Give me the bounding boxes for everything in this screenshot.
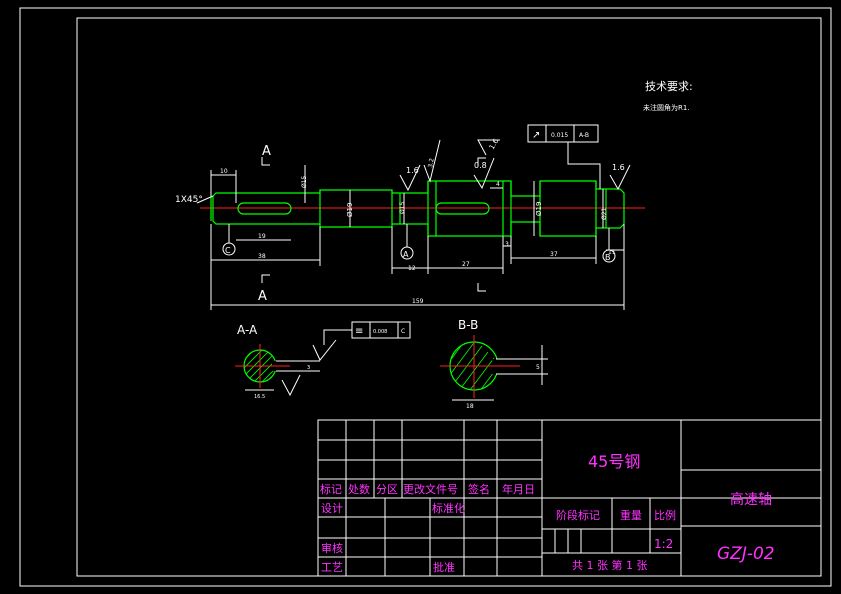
tb-drawing-no: GZJ-02 bbox=[717, 544, 775, 564]
tech-title: 技术要求: bbox=[645, 80, 693, 93]
section-bb bbox=[440, 335, 548, 401]
tb-stage-mark: 阶段标记 bbox=[556, 508, 600, 522]
sym-value: 0.008 bbox=[373, 329, 387, 335]
tb-approve: 批准 bbox=[433, 560, 455, 574]
dia-4: Ø15 bbox=[399, 201, 406, 214]
tb-header-0: 标记 bbox=[320, 482, 342, 496]
bb-dim-1: 5 bbox=[536, 364, 540, 371]
dim-37: 37 bbox=[550, 251, 558, 258]
sym-datum: C bbox=[401, 328, 405, 335]
aa-dim-1: 3 bbox=[307, 365, 310, 371]
tb-header-3: 更改文件号 bbox=[403, 482, 458, 496]
tb-design: 设计 bbox=[321, 502, 343, 515]
runout-symbol: ↗ bbox=[532, 130, 540, 141]
datum-b: B bbox=[605, 253, 611, 262]
tb-header-2: 分区 bbox=[376, 483, 398, 496]
dim-12: 12 bbox=[408, 265, 416, 272]
dim-10: 10 bbox=[220, 168, 228, 175]
sym-symbol: ≡ bbox=[355, 326, 363, 337]
section-a-top: A bbox=[262, 144, 271, 159]
roughness-2: 1.6 bbox=[612, 163, 625, 172]
aa-dim-2: 16.5 bbox=[254, 394, 265, 400]
tb-scale-label: 比例 bbox=[654, 508, 676, 522]
tb-process: 工艺 bbox=[321, 561, 343, 574]
roughness-1: 1.6 bbox=[406, 166, 419, 175]
runout-datum: A-B bbox=[579, 132, 589, 139]
tb-sheets: 共 1 张 第 1 张 bbox=[572, 558, 647, 572]
datum-a: A bbox=[403, 250, 409, 259]
dia-3: Ø15 bbox=[301, 175, 308, 188]
dim-chamfer: 1X45° bbox=[175, 195, 203, 205]
section-bb-label: B-B bbox=[458, 318, 478, 332]
tb-material: 45号钢 bbox=[588, 452, 640, 471]
dim-4: 4 bbox=[496, 181, 500, 188]
roughness-5: 3.2 bbox=[427, 158, 436, 169]
tb-header-4: 签名 bbox=[468, 482, 490, 496]
section-a-bottom: A bbox=[258, 289, 267, 304]
section-aa-label: A-A bbox=[237, 323, 258, 337]
dia-2: Ø19 bbox=[535, 202, 543, 216]
bb-dim-2: 18 bbox=[466, 403, 474, 410]
tb-weight: 重量 bbox=[620, 508, 642, 522]
tb-part-name: 高速轴 bbox=[730, 491, 772, 508]
tb-standardize: 标准化 bbox=[432, 501, 465, 515]
drawing-sheet: 技术要求: 未注圆角为R1. A A 1X45° 10 19 38 12 27 … bbox=[19, 7, 832, 587]
tb-header-5: 年月日 bbox=[502, 482, 535, 496]
dim-38: 38 bbox=[258, 253, 266, 260]
dim-159: 159 bbox=[412, 298, 424, 305]
runout-value: 0.015 bbox=[551, 132, 568, 139]
dia-1: Ø19 bbox=[346, 203, 354, 217]
roughness-4: 1.6 bbox=[488, 137, 501, 151]
datum-c: C bbox=[225, 246, 231, 255]
dia-5: Ø21 bbox=[601, 207, 608, 220]
tb-scale: 1:2 bbox=[654, 537, 673, 551]
tb-review: 审核 bbox=[321, 541, 343, 555]
dim-27: 27 bbox=[462, 261, 470, 268]
dim-19: 19 bbox=[258, 233, 266, 240]
tech-note: 未注圆角为R1. bbox=[643, 103, 690, 112]
roughness-3: 0.8 bbox=[474, 161, 487, 170]
tb-header-1: 处数 bbox=[348, 483, 370, 496]
outer-border bbox=[19, 7, 832, 587]
dim-3: 3 bbox=[505, 241, 509, 248]
